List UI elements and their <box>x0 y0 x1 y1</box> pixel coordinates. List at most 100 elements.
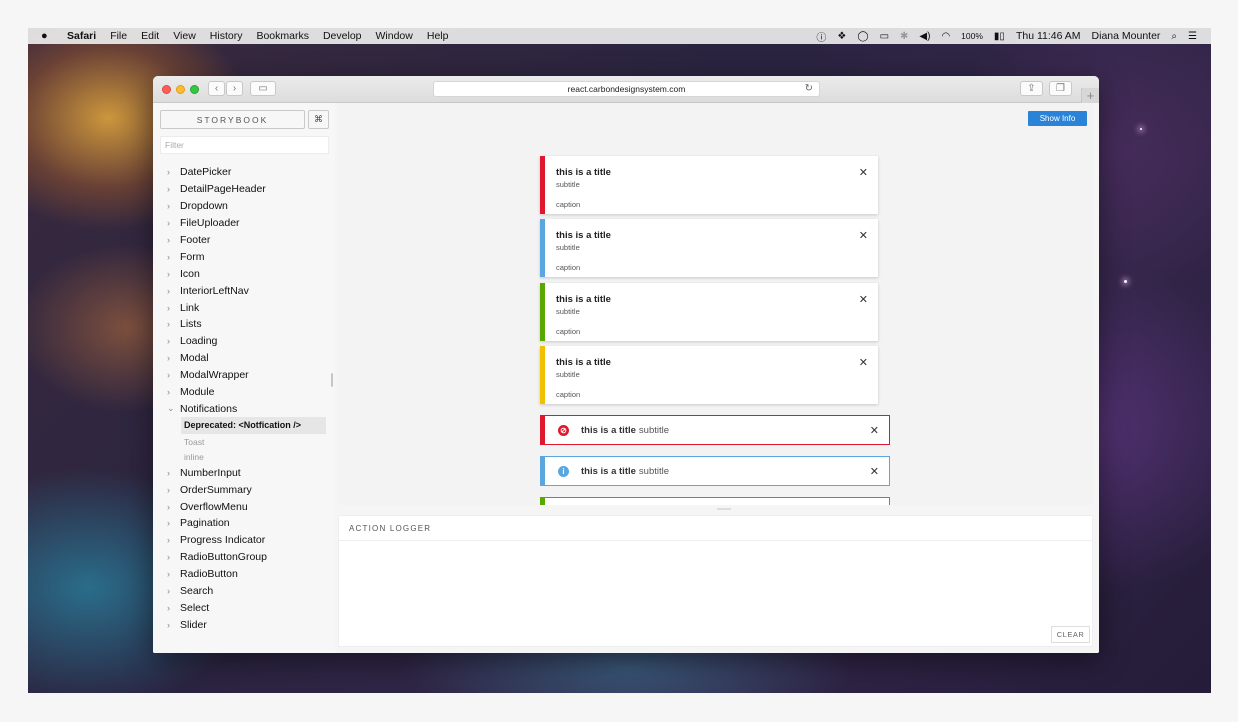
reload-icon[interactable]: ↻ <box>805 83 813 94</box>
dropbox-icon[interactable]: ❖ <box>837 31 846 42</box>
menu-window[interactable]: Window <box>376 30 413 42</box>
toast-notification: this is a title subtitle caption ✕ <box>540 283 878 341</box>
inline-title: this is a title <box>581 465 636 477</box>
close-icon[interactable]: ✕ <box>859 166 868 179</box>
battery-percent[interactable]: 100% <box>961 31 983 41</box>
menu-safari[interactable]: Safari <box>67 30 96 42</box>
menu-edit[interactable]: Edit <box>141 30 159 42</box>
shortcuts-button[interactable]: ⌘ <box>308 110 329 129</box>
sidebar-item-label: Select <box>180 601 210 614</box>
sidebar-item-label: OverflowMenu <box>180 500 248 513</box>
chevron-right-icon: › <box>167 302 170 313</box>
sidebar-item-label: DetailPageHeader <box>180 183 266 196</box>
sidebar-item-icon[interactable]: › Icon <box>167 265 332 282</box>
sidebar-item-progress-indicator[interactable]: › Progress Indicator <box>167 532 332 549</box>
sidebar-item-notifications[interactable]: ⌄ Notifications <box>167 400 332 417</box>
menu-clock[interactable]: Thu 11:46 AM <box>1016 30 1081 42</box>
volume-icon[interactable]: ◀) <box>919 31 930 42</box>
sidebar-item-radiobutton[interactable]: › RadioButton <box>167 566 332 583</box>
sidebar-item-modalwrapper[interactable]: › ModalWrapper <box>167 367 332 384</box>
new-tab-button[interactable]: + <box>1081 88 1099 103</box>
chevron-right-icon: › <box>167 467 170 478</box>
sidebar-item-datepicker[interactable]: › DatePicker <box>167 164 332 181</box>
menu-view[interactable]: View <box>173 30 196 42</box>
password-icon[interactable]: ⓘ <box>816 29 826 44</box>
menu-help[interactable]: Help <box>427 30 449 42</box>
sidebar-toggle-button[interactable]: ▭ <box>250 81 276 96</box>
chevron-right-icon: › <box>167 285 170 296</box>
chevron-right-icon: › <box>232 83 237 94</box>
sidebar-item-label: RadioButton <box>180 568 238 581</box>
storybook-title-button[interactable]: STORYBOOK <box>160 110 305 129</box>
sidebar-item-detailpageheader[interactable]: › DetailPageHeader <box>167 181 332 198</box>
close-icon[interactable]: ✕ <box>859 293 868 306</box>
close-icon[interactable]: ✕ <box>859 229 868 242</box>
sidebar-item-form[interactable]: › Form <box>167 248 332 265</box>
menu-user[interactable]: Diana Mounter <box>1092 30 1161 42</box>
spotlight-icon[interactable]: ⌕ <box>1171 31 1177 42</box>
tabs-overview-button[interactable]: ❐ <box>1049 81 1072 96</box>
menu-develop[interactable]: Develop <box>323 30 362 42</box>
sidebar-item-search[interactable]: › Search <box>167 583 332 600</box>
battery-icon[interactable]: ▮▯ <box>994 31 1005 42</box>
sidebar-story-toast[interactable]: Toast <box>167 434 332 449</box>
sidebar-item-slider[interactable]: › Slider <box>167 616 332 633</box>
sidebar-resize-handle[interactable] <box>331 373 333 387</box>
menu-history[interactable]: History <box>210 30 243 42</box>
filter-input[interactable] <box>160 136 329 154</box>
menu-file[interactable]: File <box>110 30 127 42</box>
sidebar-item-lists[interactable]: › Lists <box>167 316 332 333</box>
toast-caption: caption <box>556 327 581 336</box>
safari-window: ‹ › ▭ react.carbondesignsystem.com ↻ ⇪ ❐… <box>153 76 1099 653</box>
wifi-icon[interactable]: ◠ <box>941 31 950 42</box>
sidebar-item-modal[interactable]: › Modal <box>167 350 332 367</box>
sidebar-story-deprecated[interactable]: Deprecated: <Notfication /> <box>181 417 326 435</box>
inline-notification: i this is a title subtitle ✕ <box>540 456 890 486</box>
share-icon: ⇪ <box>1027 83 1036 94</box>
sidebar-item-label: Progress Indicator <box>180 534 266 547</box>
sidebar-item-link[interactable]: › Link <box>167 299 332 316</box>
sidebar-item-footer[interactable]: › Footer <box>167 232 332 249</box>
sidebar-item-select[interactable]: › Select <box>167 599 332 616</box>
sidebar-item-overflowmenu[interactable]: › OverflowMenu <box>167 498 332 515</box>
sidebar-item-loading[interactable]: › Loading <box>167 333 332 350</box>
chevron-right-icon: › <box>167 319 170 330</box>
share-button[interactable]: ⇪ <box>1020 81 1043 96</box>
back-button[interactable]: ‹ <box>208 81 225 96</box>
sidebar-item-interiorleftnav[interactable]: › InteriorLeftNav <box>167 282 332 299</box>
close-icon[interactable]: ✕ <box>870 424 879 437</box>
sidebar-item-module[interactable]: › Module <box>167 384 332 401</box>
show-info-button[interactable]: Show Info <box>1028 111 1087 126</box>
bluetooth-icon[interactable]: ✱ <box>900 31 908 42</box>
sidebar-item-dropdown[interactable]: › Dropdown <box>167 198 332 215</box>
toast-subtitle: subtitle <box>556 180 580 189</box>
sidebar-item-radiobuttongroup[interactable]: › RadioButtonGroup <box>167 549 332 566</box>
menu-bookmarks[interactable]: Bookmarks <box>256 30 309 42</box>
forward-button[interactable]: › <box>226 81 243 96</box>
sidebar-item-ordersummary[interactable]: › OrderSummary <box>167 481 332 498</box>
chevron-right-icon: › <box>167 619 170 630</box>
sidebar-story-inline[interactable]: inline <box>167 449 332 464</box>
address-bar[interactable]: react.carbondesignsystem.com ↻ <box>433 81 820 97</box>
close-window-icon[interactable] <box>162 85 171 94</box>
airplay-icon[interactable]: ▭ <box>880 31 889 42</box>
apple-menu-icon[interactable]: ● <box>41 30 55 42</box>
notification-center-icon[interactable]: ☰ <box>1188 31 1197 42</box>
action-logger-title: ACTION LOGGER <box>339 516 1092 541</box>
sidebar-item-label: RadioButtonGroup <box>180 551 267 564</box>
action-logger-panel: ACTION LOGGER CLEAR <box>338 515 1093 647</box>
sidebar-item-pagination[interactable]: › Pagination <box>167 515 332 532</box>
sidebar-item-label: Form <box>180 250 205 263</box>
panel-resize-handle[interactable] <box>717 508 731 510</box>
chat-icon[interactable]: ◯ <box>857 31 868 42</box>
clear-button[interactable]: CLEAR <box>1051 626 1090 643</box>
close-icon[interactable]: ✕ <box>859 356 868 369</box>
sidebar-item-fileuploader[interactable]: › FileUploader <box>167 215 332 232</box>
minimize-window-icon[interactable] <box>176 85 185 94</box>
chevron-right-icon: › <box>167 167 170 178</box>
close-icon[interactable]: ✕ <box>870 465 879 478</box>
zoom-window-icon[interactable] <box>190 85 199 94</box>
storybook-sidebar: STORYBOOK ⌘ › DatePicker › DetailPageHeader… <box>153 103 335 653</box>
sidebar-item-numberinput[interactable]: › NumberInput <box>167 464 332 481</box>
chevron-right-icon: › <box>167 602 170 613</box>
